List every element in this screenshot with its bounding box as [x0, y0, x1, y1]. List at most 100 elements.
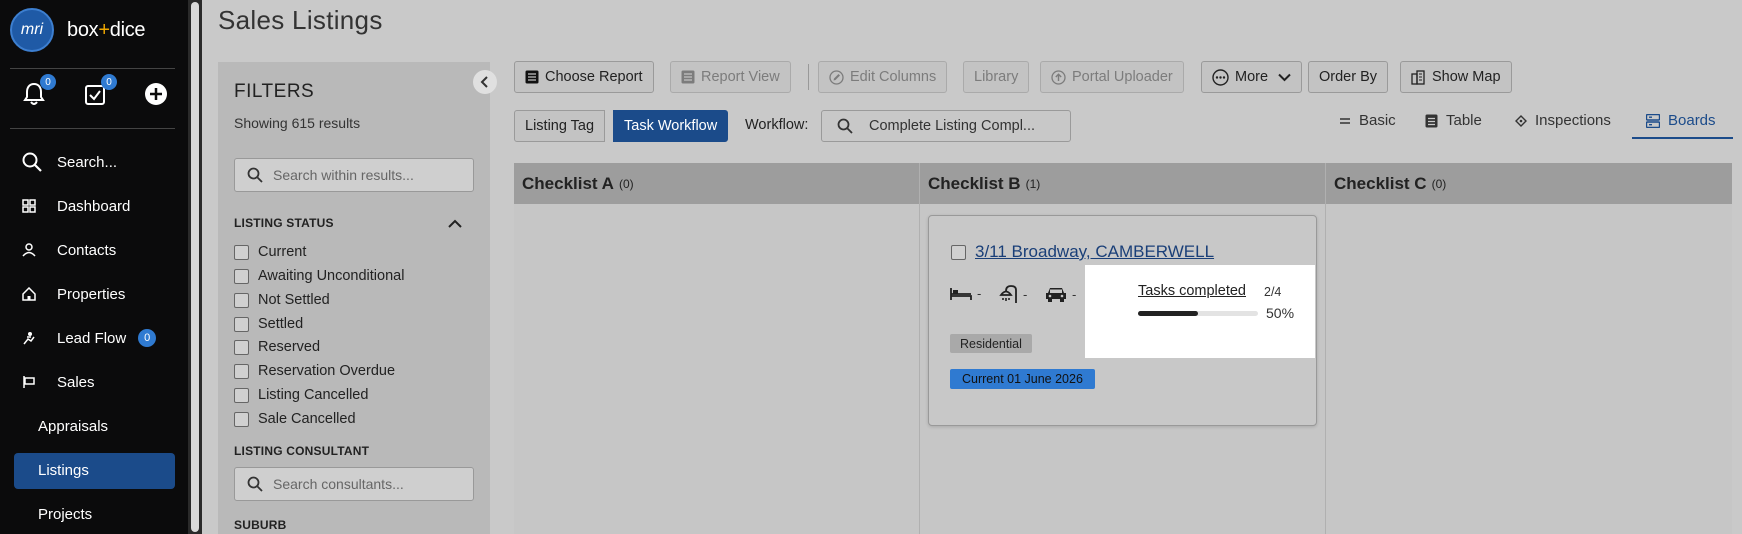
status-checkbox-reserved[interactable]: Reserved: [234, 339, 320, 355]
nav-properties[interactable]: Properties: [22, 282, 125, 306]
notifications-button[interactable]: 0: [20, 74, 56, 108]
tab-boards[interactable]: Boards: [1646, 112, 1716, 129]
nav-search[interactable]: Search...: [22, 150, 117, 174]
dashboard-grid-icon: [22, 199, 36, 213]
scrollbar-thumb[interactable]: [191, 2, 199, 532]
consultant-search-input[interactable]: Search consultants...: [234, 467, 474, 501]
results-search-input[interactable]: Search within results...: [234, 158, 474, 192]
more-label: More: [1235, 69, 1269, 85]
checkbox[interactable]: [234, 339, 249, 355]
column-title: Checklist B: [928, 173, 1021, 193]
tab-table-label: Table: [1446, 112, 1482, 129]
status-label: Listing Cancelled: [258, 387, 369, 403]
tab-basic[interactable]: Basic: [1339, 112, 1396, 129]
page-title: Sales Listings: [218, 5, 383, 35]
car-spaces-value: -: [1072, 286, 1077, 302]
column-divider: [919, 163, 920, 534]
tab-inspections-label: Inspections: [1535, 112, 1611, 129]
choose-report-button[interactable]: Choose Report: [514, 61, 654, 93]
status-checkbox-listing-cancelled[interactable]: Listing Cancelled: [234, 387, 368, 403]
divider: [10, 128, 175, 129]
tab-table[interactable]: Table: [1425, 112, 1482, 129]
tasks-button[interactable]: 0: [81, 74, 117, 108]
nav-lead-flow[interactable]: Lead Flow 0: [22, 326, 157, 350]
portal-uploader-button[interactable]: Portal Uploader: [1040, 61, 1184, 93]
divider: [10, 68, 175, 69]
checkbox[interactable]: [234, 411, 249, 427]
tasks-progress-panel: Tasks completed 2/4 50%: [1085, 265, 1315, 358]
workflow-select[interactable]: Complete Listing Compl...: [821, 110, 1071, 142]
boards-icon: [1646, 113, 1660, 128]
task-workflow-toggle[interactable]: Task Workflow: [613, 110, 729, 142]
tab-basic-label: Basic: [1359, 112, 1396, 129]
listing-tag-toggle[interactable]: Listing Tag: [514, 110, 606, 142]
status-checkbox-awaiting-unconditional[interactable]: Awaiting Unconditional: [234, 268, 404, 284]
nav-dashboard[interactable]: Dashboard: [22, 194, 130, 218]
report-view-button[interactable]: Report View: [670, 61, 791, 93]
results-count: Showing 615 results: [234, 115, 361, 131]
listing-address-link[interactable]: 3/11 Broadway, CAMBERWELL: [975, 242, 1214, 262]
status-checkbox-sale-cancelled[interactable]: Sale Cancelled: [234, 411, 356, 427]
tab-inspections[interactable]: Inspections: [1515, 112, 1611, 129]
tab-boards-label: Boards: [1668, 112, 1716, 129]
workflow-label: Workflow:: [745, 117, 809, 133]
nav-projects[interactable]: Projects: [38, 506, 92, 523]
shower-icon: [999, 285, 1017, 303]
checkbox[interactable]: [234, 363, 249, 379]
app-name: box+dice: [67, 18, 146, 41]
status-label: Not Settled: [258, 292, 330, 308]
checkbox[interactable]: [234, 244, 249, 260]
chevron-left-icon: [480, 76, 488, 88]
filters-panel: FILTERS Showing 615 results Search withi…: [218, 62, 497, 534]
card-checkbox[interactable]: [951, 245, 966, 260]
more-dropdown-button[interactable]: More: [1201, 61, 1303, 93]
column-count: (0): [618, 176, 634, 191]
header-bar: [202, 0, 1742, 44]
checkbox[interactable]: [234, 292, 249, 308]
collapse-status-button[interactable]: [448, 216, 462, 234]
map-building-icon: [1411, 69, 1425, 85]
table-icon: [1425, 114, 1438, 127]
choose-report-label: Choose Report: [545, 69, 643, 85]
nav-contacts[interactable]: Contacts: [22, 238, 116, 262]
order-by-button[interactable]: Order By: [1308, 61, 1389, 93]
nav-appraisals[interactable]: Appraisals: [38, 418, 108, 435]
add-button[interactable]: [142, 80, 170, 108]
inspection-icon: [1515, 114, 1527, 127]
edit-pencil-icon: [829, 69, 844, 85]
chevron-down-icon: [1278, 73, 1291, 81]
checkbox[interactable]: [234, 268, 249, 284]
lead-flow-icon: [23, 332, 35, 345]
status-checkbox-not-settled[interactable]: Not Settled: [234, 292, 330, 308]
listing-consultant-heading: LISTING CONSULTANT: [234, 444, 370, 458]
report-icon: [681, 70, 695, 84]
logo[interactable]: mri box+dice: [10, 8, 146, 52]
edit-columns-button[interactable]: Edit Columns: [818, 61, 948, 93]
more-dots-icon: [1212, 68, 1229, 86]
search-icon: [247, 476, 263, 492]
status-label: Sale Cancelled: [258, 411, 356, 427]
status-checkbox-current[interactable]: Current: [234, 244, 306, 260]
board-column-header: Checklist A (0): [514, 163, 919, 204]
nav-sales[interactable]: Sales: [22, 370, 95, 394]
nav-dashboard-label: Dashboard: [57, 197, 131, 215]
bed-icon: [950, 287, 972, 300]
column-title: Checklist A: [522, 173, 614, 193]
show-map-button[interactable]: Show Map: [1400, 61, 1512, 93]
nav-listings[interactable]: Listings: [38, 462, 89, 479]
collapse-filters-button[interactable]: [473, 70, 497, 94]
suburb-heading: SUBURB: [234, 518, 287, 532]
filters-title: FILTERS: [234, 81, 315, 102]
checkbox[interactable]: [234, 316, 249, 332]
status-checkbox-reservation-overdue[interactable]: Reservation Overdue: [234, 363, 395, 379]
nav-properties-label: Properties: [57, 285, 126, 303]
tasks-completed-link[interactable]: Tasks completed: [1138, 283, 1246, 299]
library-button[interactable]: Library: [963, 61, 1030, 93]
status-checkbox-settled[interactable]: Settled: [234, 316, 303, 332]
upload-icon: [1051, 69, 1066, 85]
lead-flow-badge: 0: [138, 329, 157, 347]
checkbox[interactable]: [234, 387, 249, 403]
sidebar-scrollbar[interactable]: [188, 0, 202, 534]
bathrooms: -: [998, 284, 1027, 304]
portal-uploader-label: Portal Uploader: [1072, 69, 1173, 85]
